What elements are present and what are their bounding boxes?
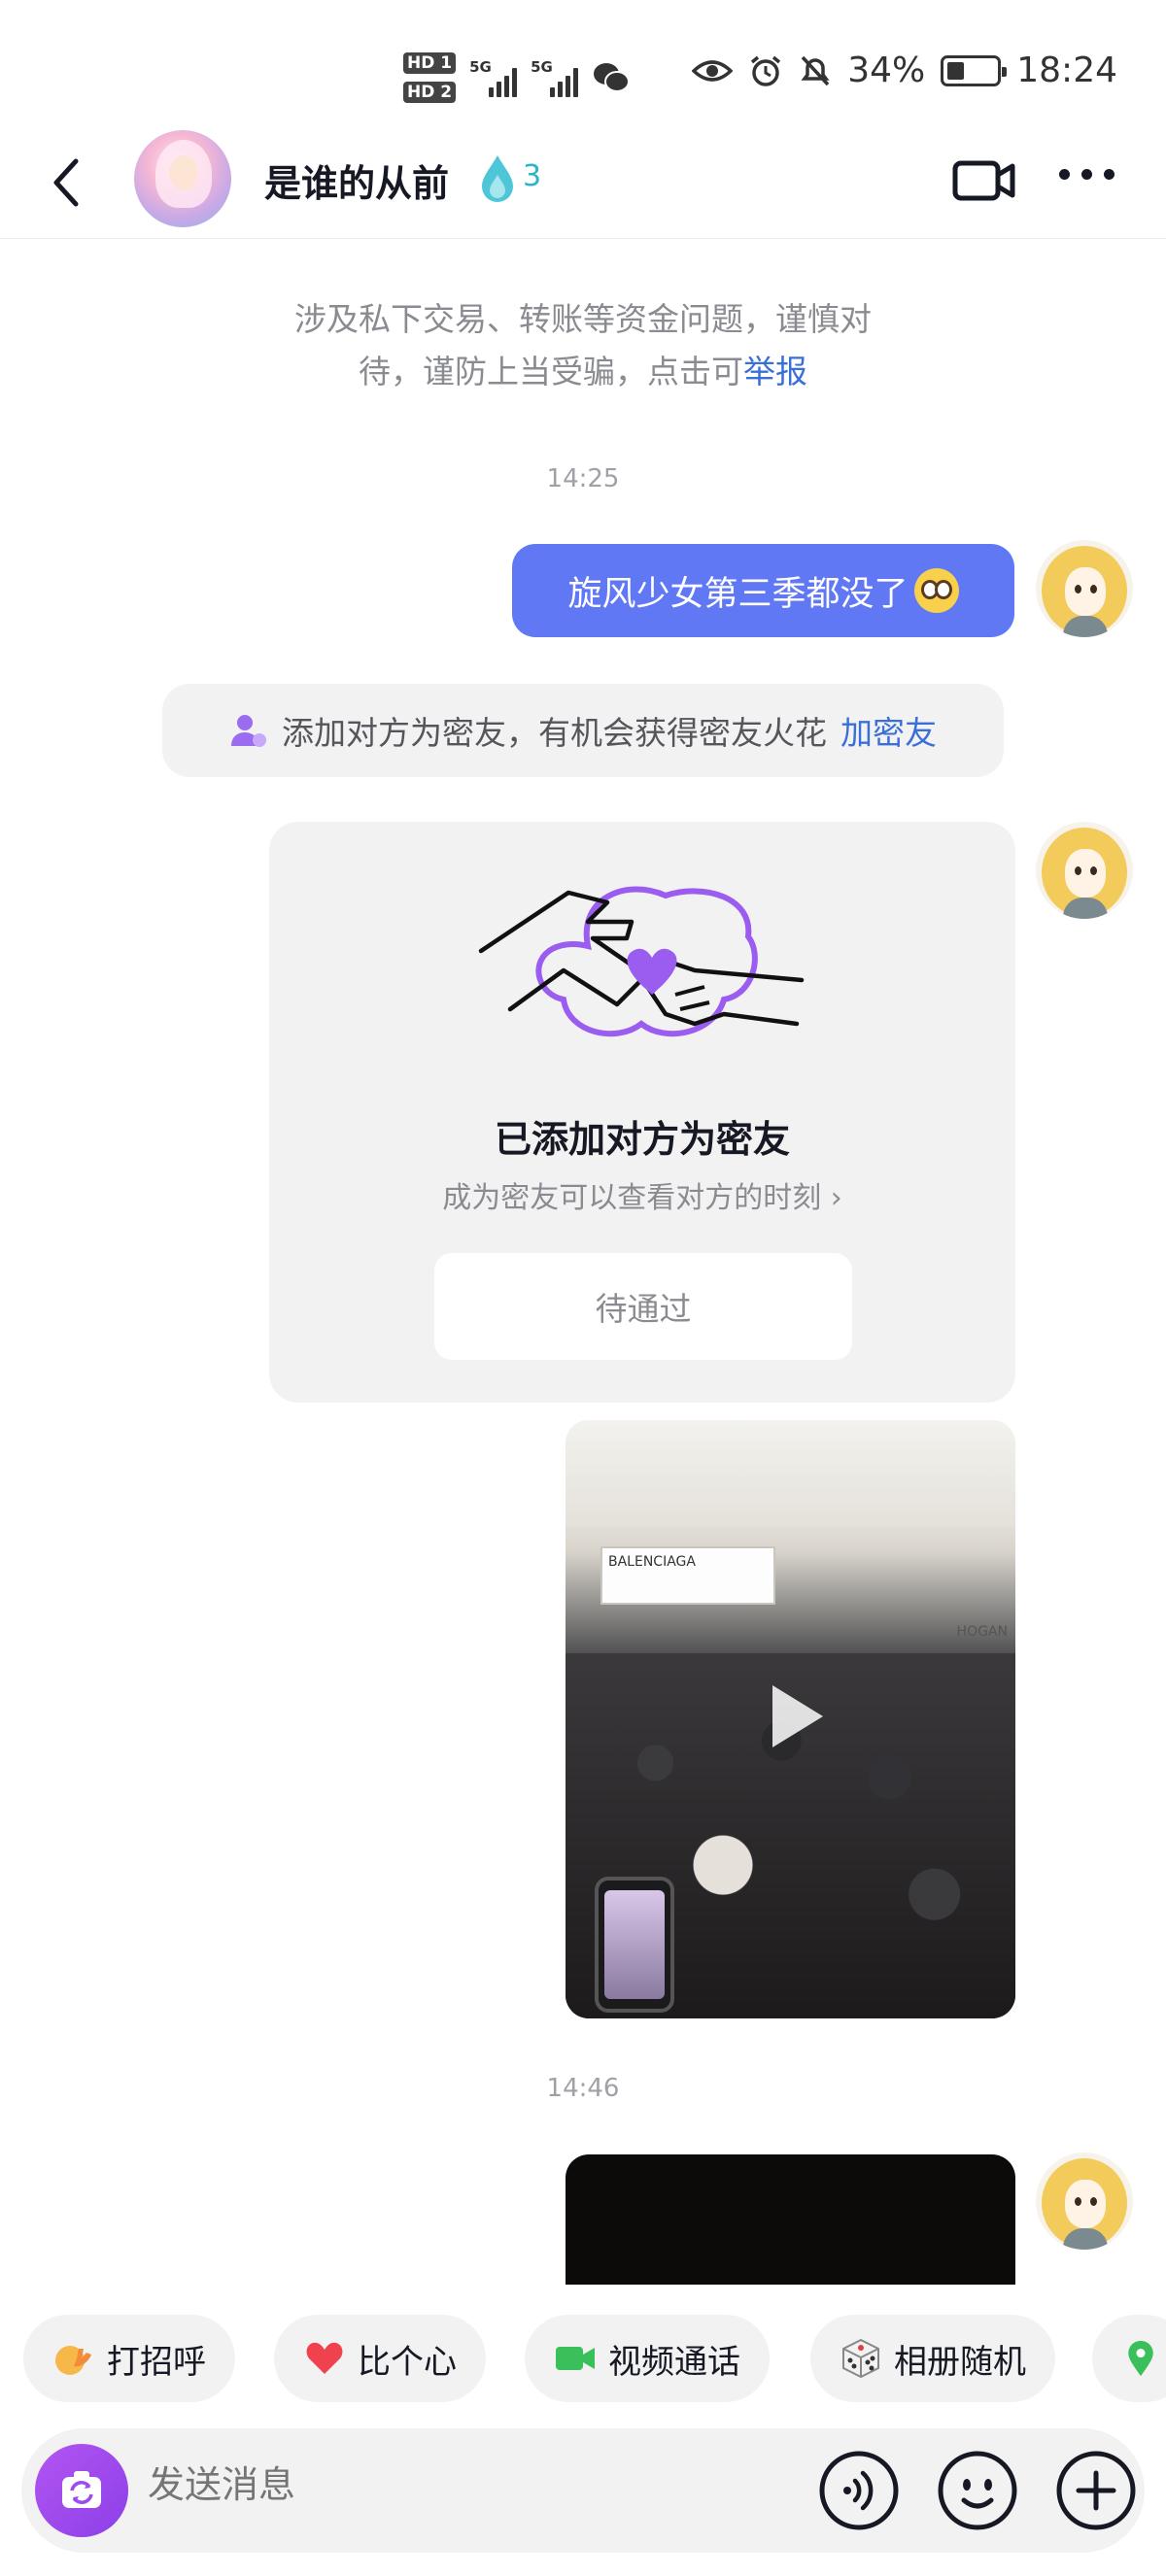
phone-in-hand [595,1877,674,2013]
back-arrow-icon[interactable] [49,155,87,210]
video-camera-icon [556,2347,595,2370]
report-link[interactable]: 举报 [743,353,807,390]
plus-more-icon[interactable] [1055,2450,1137,2531]
quick-action-random-album[interactable]: 相册随机 [810,2315,1055,2402]
video-call-icon[interactable] [952,155,1016,206]
store-sign: BALENCIAGA [600,1546,775,1605]
quick-action-location[interactable] [1092,2315,1166,2402]
emoji-icon[interactable] [937,2450,1018,2531]
voice-input-icon[interactable] [818,2450,900,2531]
battery-percent: 34% [847,51,926,90]
eye-comfort-icon [692,59,734,82]
wechat-icon [594,63,631,92]
quick-action-label: 视频通话 [608,2342,740,2382]
my-avatar[interactable] [1036,822,1133,919]
contact-avatar[interactable] [134,130,231,227]
add-close-friend-link[interactable]: 加密友 [840,707,937,754]
close-friend-tip: 添加对方为密友，有机会获得密友火花 加密友 [162,684,1004,777]
more-options-button[interactable] [1059,169,1115,180]
message-input-bar [21,2428,1145,2553]
my-avatar[interactable] [1036,2152,1133,2250]
flushed-face-emoji-icon [913,568,959,613]
message-text: 旋风少女第三季都没了 [567,574,909,614]
video-message[interactable]: BALENCIAGA HOGAN [566,1420,1015,2018]
camera-button[interactable] [35,2444,128,2537]
quick-action-label: 比个心 [358,2342,457,2382]
quick-action-greet[interactable]: 打招呼 [23,2315,235,2402]
mute-bell-icon [801,55,830,85]
safety-notice: 涉及私下交易、转账等资金问题，谨慎对 待，谨防上当受骗，点击可举报 [223,293,943,398]
location-pin-icon [1128,2340,1153,2377]
alarm-icon [751,55,781,86]
spark-count: 3 [523,159,542,193]
heart-hands-illustration [478,886,805,1037]
wave-hand-icon [55,2346,91,2375]
card-subtitle-text: 成为密友可以查看对方的时刻 [442,1181,822,1215]
video-thumbnail-ceiling [566,1420,1015,1527]
close-friend-card[interactable]: 已添加对方为密友 成为密友可以查看对方的时刻 › 待通过 [269,822,1015,1403]
quick-action-heart[interactable]: 比个心 [274,2315,486,2402]
status-bar: HD 1 HD 2 5G 5G 34% 18:24 [0,0,1166,146]
chevron-right-icon: › [830,1181,842,1215]
spark-flame-icon[interactable] [476,152,519,206]
quick-action-label: 相册随机 [894,2342,1026,2382]
status-bar-indicators: 34% 18:24 [692,51,1117,90]
safety-notice-line1: 涉及私下交易、转账等资金问题，谨慎对 [294,300,872,338]
safety-notice-line2: 待，谨防上当受骗，点击可 [359,353,743,390]
timestamp: 14:46 [546,2074,620,2103]
clock: 18:24 [1016,51,1117,90]
timestamp: 14:25 [546,464,620,493]
card-subtitle[interactable]: 成为密友可以查看对方的时刻 › [269,1173,1015,1216]
my-avatar[interactable] [1036,540,1133,637]
message-input[interactable] [148,2465,536,2507]
card-title: 已添加对方为密友 [494,1118,790,1161]
store-sign-right: HOGAN [956,1624,1008,1640]
media-message[interactable] [566,2154,1015,2285]
status-bar-network: HD 1 HD 2 5G 5G [403,47,631,109]
battery-icon [941,54,1008,86]
signal-1-icon: 5G [469,58,518,97]
network-type-1: 5G [469,58,492,76]
quick-action-label: 打招呼 [107,2342,206,2382]
network-type-2: 5G [531,58,553,76]
contact-name[interactable]: 是谁的从前 [264,153,449,207]
quick-actions-bar: 打招呼 比个心 视频通话 相册随机 [0,2315,1166,2402]
heart-icon [306,2342,343,2374]
close-friend-tip-text: 添加对方为密友，有机会获得密友火花 [282,714,827,752]
camera-flip-icon [62,2471,101,2508]
signal-2-icon: 5G [531,58,579,97]
quick-action-video-call[interactable]: 视频通话 [525,2315,770,2402]
add-friend-person-icon [231,715,266,747]
dice-icon [842,2338,879,2379]
pending-approval-button[interactable]: 待通过 [434,1253,852,1360]
hd1-badge: HD 1 [403,52,457,74]
play-icon[interactable] [755,1678,833,1755]
hd2-badge: HD 2 [403,82,457,103]
outgoing-message-bubble[interactable]: 旋风少女第三季都没了 [512,544,1014,637]
